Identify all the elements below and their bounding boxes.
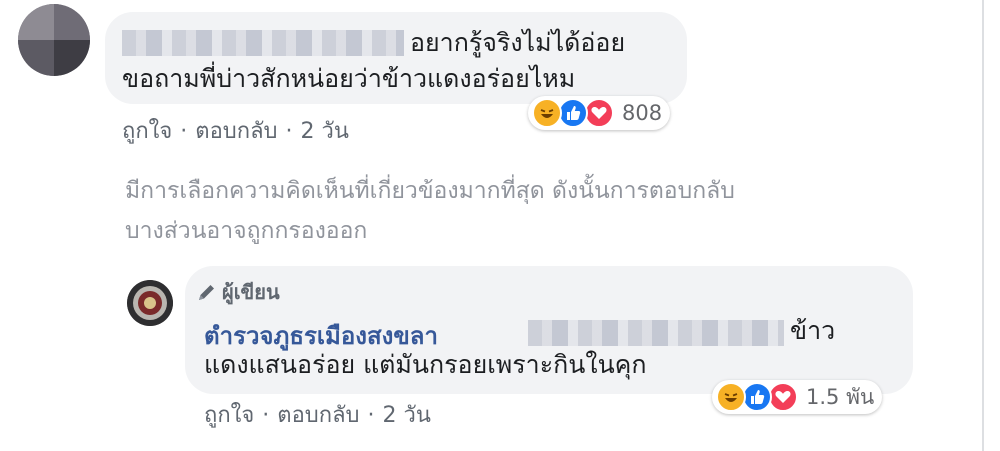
separator: · bbox=[262, 403, 270, 428]
separator: · bbox=[180, 119, 188, 144]
reply-text-line-1: ข้าว bbox=[790, 316, 836, 345]
comments-panel: อยากรู้จริงไม่ได้อ่อย ขอถามพี่บ่าวสักหน่… bbox=[0, 0, 1000, 451]
reply-link[interactable]: ตอบกลับ bbox=[195, 118, 277, 146]
avatar-pixel bbox=[54, 4, 90, 40]
love-icon bbox=[768, 382, 798, 412]
commenter-name-redacted[interactable] bbox=[122, 30, 404, 56]
author-badge: ผู้เขียน bbox=[196, 276, 280, 308]
like-link[interactable]: ถูกใจ bbox=[204, 402, 254, 430]
comment-actions: ถูกใจ · ตอบกลับ · 2 วัน bbox=[122, 118, 349, 146]
comment-text-line-1: อยากรู้จริงไม่ได้อ่อย bbox=[410, 28, 626, 57]
reply-link[interactable]: ตอบกลับ bbox=[277, 402, 359, 430]
reply-actions: ถูกใจ · ตอบกลับ · 2 วัน bbox=[204, 402, 431, 430]
like-icon bbox=[742, 382, 772, 412]
haha-icon bbox=[532, 98, 562, 128]
filter-notice-line-1: มีการเลือกความคิดเห็นที่เกี่ยวข้องมากที่… bbox=[125, 178, 735, 204]
comment-reactions[interactable]: 808 bbox=[528, 96, 671, 130]
reply-reactions[interactable]: 1.5 พัน bbox=[712, 380, 883, 414]
page-avatar[interactable] bbox=[127, 280, 173, 326]
police-emblem-icon bbox=[127, 280, 173, 326]
reply-text-line-2: แดงแสนอร่อย แต่มันกรอยเพราะกินในคุก bbox=[204, 350, 647, 379]
separator: · bbox=[367, 403, 375, 428]
like-icon bbox=[558, 98, 588, 128]
avatar-pixel bbox=[54, 40, 90, 76]
reaction-count: 1.5 พัน bbox=[806, 384, 875, 409]
avatar-pixel bbox=[18, 4, 54, 40]
haha-icon bbox=[716, 382, 746, 412]
love-icon bbox=[584, 98, 614, 128]
panel-divider bbox=[982, 0, 984, 451]
like-link[interactable]: ถูกใจ bbox=[122, 118, 172, 146]
reply-timestamp[interactable]: 2 วัน bbox=[383, 402, 431, 430]
filter-notice-line-2: บางส่วนอาจถูกกรองออก bbox=[125, 218, 368, 244]
avatar-pixel bbox=[18, 40, 54, 76]
mentioned-name-redacted[interactable] bbox=[528, 320, 784, 346]
pencil-icon bbox=[196, 281, 218, 303]
separator: · bbox=[285, 119, 293, 144]
comment-timestamp[interactable]: 2 วัน bbox=[301, 118, 349, 146]
commenter-avatar[interactable] bbox=[18, 4, 90, 76]
comment-text-line-2: ขอถามพี่บ่าวสักหน่อยว่าข้าวแดงอร่อยไหม bbox=[122, 64, 576, 93]
author-badge-label: ผู้เขียน bbox=[222, 280, 280, 304]
reaction-count: 808 bbox=[622, 101, 663, 125]
